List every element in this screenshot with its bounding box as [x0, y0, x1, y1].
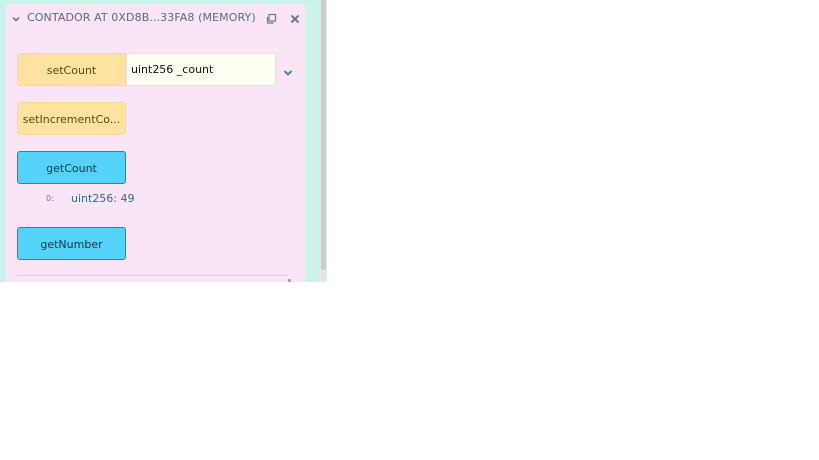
deployed-contracts-area: CONTADOR AT 0XD8B...33FA8 (MEMORY) setCo…: [0, 0, 320, 282]
contract-instance-header[interactable]: CONTADOR AT 0XD8B...33FA8 (MEMORY): [6, 4, 305, 30]
setcount-button[interactable]: setCount: [17, 53, 126, 86]
getnumber-button[interactable]: getNumber: [17, 227, 126, 260]
scrollbar-thumb[interactable]: [321, 0, 326, 270]
copy-icon[interactable]: [265, 10, 277, 24]
scrollbar[interactable]: [320, 0, 327, 282]
chevron-down-icon[interactable]: [282, 64, 294, 76]
divider: [17, 275, 288, 276]
chevron-down-icon[interactable]: [10, 10, 22, 22]
contract-instance-panel: CONTADOR AT 0XD8B...33FA8 (MEMORY) setCo…: [6, 4, 305, 282]
result-value: uint256: 49: [71, 192, 135, 205]
result-index: 0:: [46, 194, 54, 203]
contract-instance-title: CONTADOR AT 0XD8B...33FA8 (MEMORY): [27, 11, 256, 24]
getcount-button[interactable]: getCount: [17, 151, 126, 184]
resize-handle[interactable]: [288, 279, 291, 282]
setincrementcount-button[interactable]: setIncrementCo...: [17, 102, 126, 135]
close-icon[interactable]: [289, 10, 301, 24]
count-param-input[interactable]: [126, 53, 276, 86]
